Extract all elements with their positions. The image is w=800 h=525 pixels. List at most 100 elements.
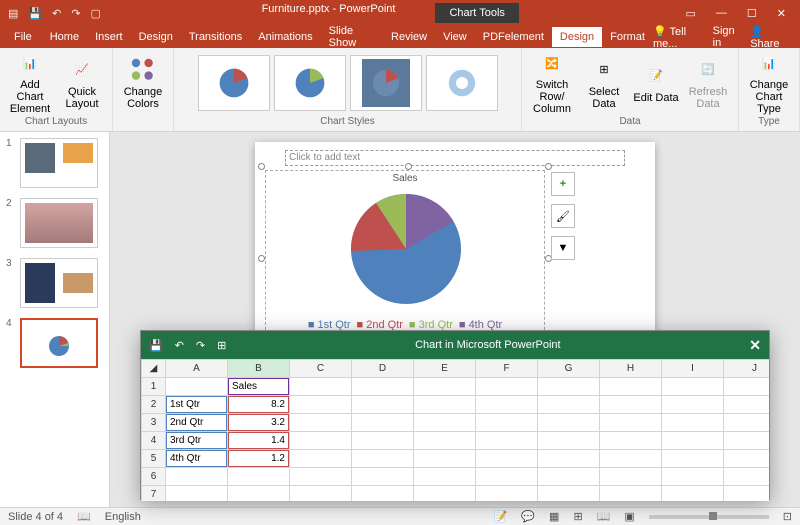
slide-thumbnail-panel[interactable]: 1 2 3 4 [0,132,110,507]
cell[interactable]: 2nd Qtr [166,414,228,432]
ribbon-options-icon[interactable]: ▭ [686,7,696,20]
col-header-f[interactable]: F [476,360,538,378]
chart-style-3[interactable] [350,55,422,111]
cell[interactable]: 3rd Qtr [166,432,228,450]
col-header-b[interactable]: B [228,360,290,378]
col-header-d[interactable]: D [352,360,414,378]
window-menu-icon[interactable]: ▤ [8,7,18,20]
undo-icon[interactable]: ↶ [52,7,61,20]
tab-transitions[interactable]: Transitions [181,27,250,47]
col-header-e[interactable]: E [414,360,476,378]
edit-data-button[interactable]: 📝Edit Data [632,51,680,115]
cell[interactable] [228,486,290,502]
tab-animations[interactable]: Animations [250,27,320,47]
tab-home[interactable]: Home [42,27,87,47]
chart-style-2[interactable] [274,55,346,111]
chart-style-1[interactable] [198,55,270,111]
language-indicator[interactable]: English [105,511,141,523]
group-change-colors: Change Colors [113,48,174,131]
row-header[interactable]: 7 [142,486,166,502]
tab-insert[interactable]: Insert [87,27,131,47]
zoom-slider[interactable] [649,515,769,519]
cell[interactable]: 1.2 [228,450,290,468]
excel-data-icon[interactable]: ⊞ [217,339,226,352]
notes-button[interactable]: 📝 [494,510,508,523]
tab-pdfelement[interactable]: PDFelement [475,27,552,47]
tab-view[interactable]: View [435,27,475,47]
fit-to-window-icon[interactable]: ⊡ [783,510,792,523]
row-header[interactable]: 2 [142,396,166,414]
slide-thumb-2[interactable]: 2 [6,198,103,248]
col-header-h[interactable]: H [600,360,662,378]
excel-undo-icon[interactable]: ↶ [175,339,184,352]
chart-title[interactable]: Sales [266,173,544,184]
chart-object[interactable]: Sales 1st Qtr 2nd Qtr 3rd Qtr 4th Qtr [265,170,545,340]
excel-titlebar[interactable]: 💾 ↶ ↷ ⊞ Chart in Microsoft PowerPoint ✕ [141,331,769,359]
slideshow-view-icon[interactable]: ▣ [624,510,634,523]
quick-layout-button[interactable]: 📈 Quick Layout [58,51,106,115]
maximize-icon[interactable]: ☐ [747,7,757,20]
tab-design[interactable]: Design [131,27,181,47]
row-header[interactable]: 3 [142,414,166,432]
cell[interactable] [228,468,290,486]
excel-data-window[interactable]: 💾 ↶ ↷ ⊞ Chart in Microsoft PowerPoint ✕ … [140,330,770,500]
col-header-c[interactable]: C [290,360,352,378]
share-button[interactable]: 👤 Share [750,25,788,50]
close-icon[interactable]: ✕ [777,7,786,20]
cell[interactable]: 4th Qtr [166,450,228,468]
add-chart-element-icon: 📊 [16,51,44,77]
save-icon[interactable]: 💾 [28,7,42,20]
row-header[interactable]: 1 [142,378,166,396]
tab-chart-design[interactable]: Design [552,27,602,47]
slide-sorter-icon[interactable]: ⊞ [573,510,582,523]
add-chart-element-button[interactable]: 📊 Add Chart Element [6,51,54,115]
switch-row-column-button[interactable]: 🔀Switch Row/ Column [528,51,576,115]
cell[interactable]: 3.2 [228,414,290,432]
minimize-icon[interactable]: — [716,7,727,20]
cell[interactable] [166,378,228,396]
row-header[interactable]: 6 [142,468,166,486]
cell[interactable]: 1.4 [228,432,290,450]
spell-check-icon[interactable]: 📖 [77,510,91,523]
pie-chart[interactable] [266,184,546,314]
title-placeholder[interactable]: Click to add text [285,150,625,166]
col-header-j[interactable]: J [724,360,770,378]
row-header[interactable]: 5 [142,450,166,468]
tab-file[interactable]: File [4,27,42,47]
excel-grid[interactable]: ◢ A B C D E F G H I J 1 Sales 21st Qtr8.2… [141,359,769,501]
chart-filters-button[interactable]: ▼ [551,236,575,260]
slide-thumb-3[interactable]: 3 [6,258,103,308]
slide-thumb-1[interactable]: 1 [6,138,103,188]
redo-icon[interactable]: ↷ [71,7,80,20]
excel-save-icon[interactable]: 💾 [149,339,163,352]
col-header-i[interactable]: I [662,360,724,378]
select-data-button[interactable]: ⊞Select Data [580,51,628,115]
normal-view-icon[interactable]: ▦ [549,510,559,523]
cell[interactable] [166,468,228,486]
comments-button[interactable]: 💬 [521,510,535,523]
excel-redo-icon[interactable]: ↷ [196,339,205,352]
row-header[interactable]: 4 [142,432,166,450]
slide-thumb-4[interactable]: 4 [6,318,103,368]
change-chart-type-button[interactable]: 📊Change Chart Type [745,51,793,115]
slide-counter[interactable]: Slide 4 of 4 [8,511,63,523]
slide[interactable]: Click to add text Sales 1st Qtr 2nd Qtr … [255,142,655,362]
col-header-g[interactable]: G [538,360,600,378]
chart-styles-button[interactable]: 🖌 [551,204,575,228]
start-from-beginning-icon[interactable]: ▢ [91,7,101,20]
cell[interactable] [166,486,228,502]
cell[interactable]: 1st Qtr [166,396,228,414]
excel-close-icon[interactable]: ✕ [749,337,761,354]
tab-review[interactable]: Review [383,27,435,47]
cell[interactable]: 8.2 [228,396,290,414]
cell-b1[interactable]: Sales [228,378,290,396]
col-header-a[interactable]: A [166,360,228,378]
chart-elements-button[interactable]: + [551,172,575,196]
reading-view-icon[interactable]: 📖 [597,510,611,523]
change-colors-button[interactable]: Change Colors [119,51,167,115]
tell-me[interactable]: 💡 Tell me... [653,25,703,50]
chart-style-4[interactable] [426,55,498,111]
tab-chart-format[interactable]: Format [602,27,653,47]
sign-in[interactable]: Sign in [713,25,741,49]
select-all-cell[interactable]: ◢ [142,360,166,378]
